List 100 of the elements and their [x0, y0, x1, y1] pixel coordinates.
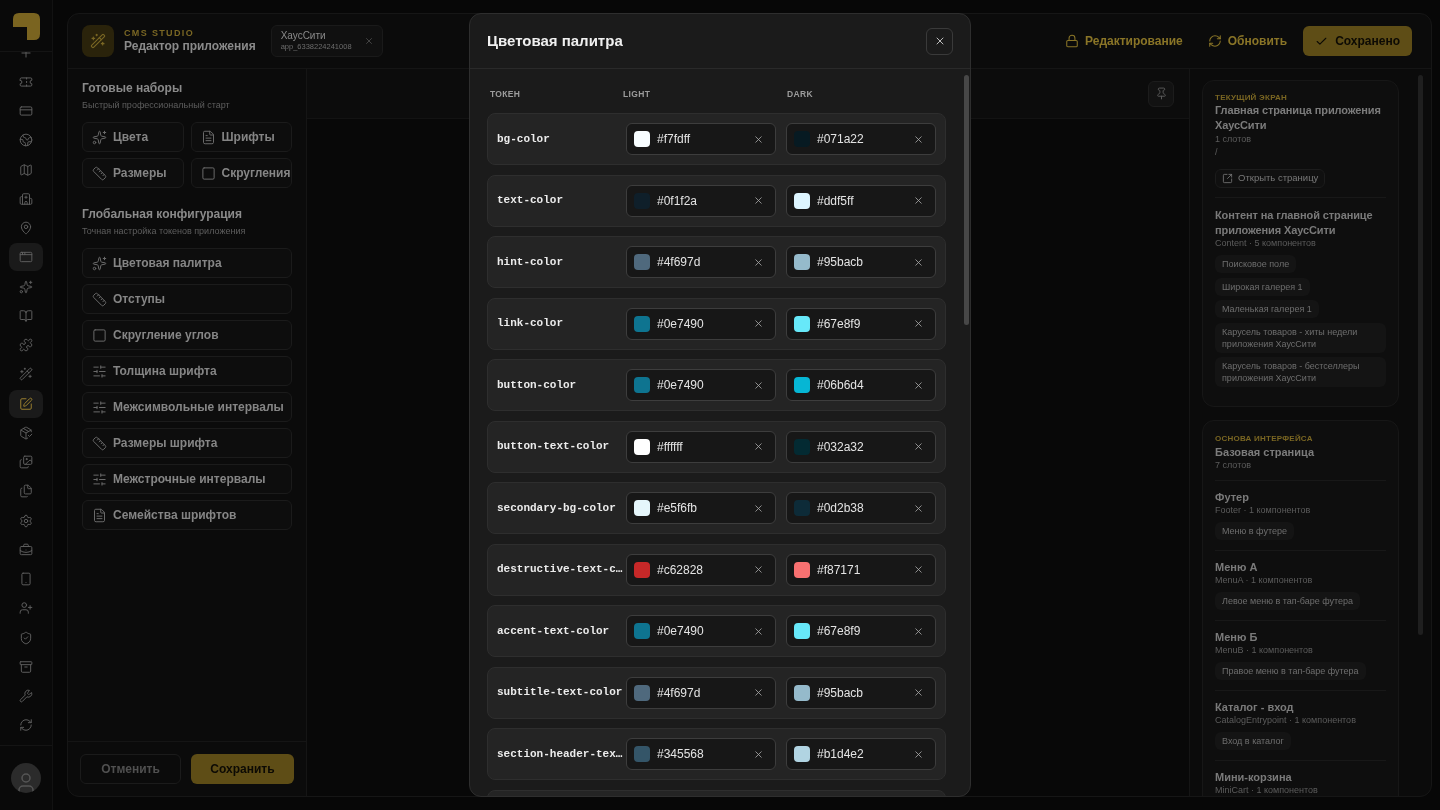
- color-field[interactable]: #0e7490: [626, 307, 776, 340]
- color-swatch-icon[interactable]: [634, 684, 650, 701]
- preset-button[interactable]: Шрифты: [190, 122, 292, 152]
- color-swatch-icon[interactable]: [794, 254, 810, 270]
- ruler-icon: [92, 435, 107, 451]
- clear-icon[interactable]: [753, 195, 764, 206]
- preset-button[interactable]: Размеры: [82, 158, 184, 188]
- clear-icon[interactable]: [913, 256, 924, 268]
- close-icon[interactable]: [363, 36, 374, 46]
- color-field[interactable]: #4f697d: [626, 676, 776, 709]
- clear-icon[interactable]: [913, 318, 924, 329]
- color-swatch-icon[interactable]: [794, 377, 810, 393]
- pin-button[interactable]: [1148, 80, 1174, 107]
- color-swatch-icon[interactable]: [794, 315, 810, 332]
- color-field[interactable]: #ddf5ff: [786, 184, 936, 217]
- clear-icon[interactable]: [753, 564, 764, 575]
- color-field[interactable]: #345568: [626, 738, 776, 770]
- preset-button[interactable]: Цвета: [82, 122, 184, 152]
- color-field[interactable]: #06b6d4: [786, 369, 936, 401]
- close-button[interactable]: [926, 27, 953, 55]
- edit-mode-link[interactable]: Редактирование: [1065, 32, 1183, 50]
- logo-icon[interactable]: [12, 13, 40, 40]
- component-chip[interactable]: Карусель товаров - хиты недели приложения ХаусСити: [1215, 322, 1386, 353]
- clear-icon[interactable]: [913, 625, 924, 637]
- color-field[interactable]: #0e7490: [626, 369, 776, 401]
- color-swatch-icon[interactable]: [634, 561, 650, 578]
- scrollbar[interactable]: [964, 75, 969, 325]
- avatar-icon[interactable]: [11, 763, 41, 793]
- component-chip[interactable]: Маленькая галерея 1: [1215, 300, 1319, 318]
- setting-button[interactable]: Семейства шрифтов: [82, 500, 292, 530]
- clear-icon[interactable]: [913, 133, 924, 145]
- component-chip[interactable]: Карусель товаров - бестселлеры приложения ХаусСити: [1215, 357, 1386, 387]
- component-chip[interactable]: Вход в каталог: [1215, 732, 1291, 750]
- preset-button[interactable]: Скругления: [190, 158, 292, 188]
- clear-icon[interactable]: [753, 318, 764, 329]
- clear-icon[interactable]: [913, 441, 924, 452]
- color-swatch-icon[interactable]: [794, 561, 810, 578]
- component-chip[interactable]: Поисковое поле: [1215, 255, 1297, 273]
- clear-icon[interactable]: [913, 564, 924, 575]
- color-swatch-icon[interactable]: [634, 315, 650, 332]
- color-swatch-icon[interactable]: [794, 746, 810, 762]
- color-field[interactable]: #f7fdff: [626, 123, 776, 155]
- color-field[interactable]: #67e8f9: [786, 307, 936, 340]
- slot-title: Меню Б: [1215, 630, 1259, 644]
- color-field[interactable]: #4f697d: [626, 246, 776, 278]
- app-window-icon: [19, 250, 33, 265]
- component-chip[interactable]: Правое меню в тап-баре футера: [1215, 662, 1366, 680]
- brand-label: CMS STUDIO: [124, 28, 195, 39]
- color-field[interactable]: #67e8f9: [786, 615, 936, 647]
- setting-button[interactable]: Межстрочные интервалы: [82, 464, 292, 494]
- color-field[interactable]: #95bacb: [786, 246, 936, 278]
- color-swatch-icon[interactable]: [794, 623, 810, 639]
- nav-button[interactable]: [9, 389, 43, 418]
- color-field[interactable]: #032a32: [786, 430, 936, 463]
- color-field[interactable]: #f87171: [786, 553, 936, 586]
- refresh-link[interactable]: Обновить: [1207, 32, 1288, 50]
- clear-icon[interactable]: [753, 748, 764, 760]
- setting-button[interactable]: Размеры шрифта: [82, 428, 292, 458]
- color-field[interactable]: #0f1f2a: [626, 184, 776, 217]
- setting-button[interactable]: Толщина шрифта: [82, 356, 292, 386]
- setting-button[interactable]: Межсимвольные интервалы: [82, 392, 292, 422]
- clear-icon[interactable]: [753, 625, 764, 637]
- clear-icon[interactable]: [753, 256, 764, 268]
- clear-icon[interactable]: [913, 195, 924, 206]
- setting-button[interactable]: Скругление углов: [82, 320, 292, 350]
- setting-button[interactable]: Цветовая палитра: [82, 248, 292, 278]
- color-swatch-icon[interactable]: [794, 500, 810, 516]
- color-swatch-icon[interactable]: [634, 377, 650, 393]
- component-chip[interactable]: Левое меню в тап-баре футера: [1215, 592, 1360, 610]
- color-field[interactable]: #0d2b38: [786, 492, 936, 524]
- clear-icon[interactable]: [753, 133, 764, 145]
- nav-button[interactable]: [9, 243, 43, 272]
- clear-icon[interactable]: [753, 441, 764, 452]
- color-field[interactable]: #c62828: [626, 553, 776, 586]
- color-swatch-icon[interactable]: [634, 623, 650, 639]
- color-swatch-icon[interactable]: [794, 684, 810, 701]
- color-field[interactable]: #071a22: [786, 123, 936, 155]
- color-swatch-icon[interactable]: [634, 438, 650, 455]
- clear-icon[interactable]: [913, 687, 924, 698]
- clear-icon[interactable]: [913, 502, 924, 514]
- color-swatch-icon[interactable]: [794, 192, 810, 209]
- clear-icon[interactable]: [913, 379, 924, 391]
- color-field[interactable]: #95bacb: [786, 676, 936, 709]
- clear-icon[interactable]: [753, 502, 764, 514]
- color-swatch-icon[interactable]: [794, 438, 810, 455]
- component-chip[interactable]: Меню в футере: [1215, 522, 1294, 540]
- component-chip[interactable]: Широкая галерея 1: [1215, 277, 1310, 296]
- open-page-button[interactable]: Открыть страницу: [1215, 169, 1326, 188]
- color-swatch-icon[interactable]: [634, 746, 650, 762]
- color-field[interactable]: #ffffff: [626, 430, 776, 463]
- color-field[interactable]: #0e7490: [626, 615, 776, 647]
- clear-icon[interactable]: [913, 748, 924, 760]
- clear-icon[interactable]: [753, 379, 764, 391]
- color-swatch-icon[interactable]: [634, 131, 650, 147]
- color-swatch-icon[interactable]: [634, 254, 650, 270]
- color-field[interactable]: #e5f6fb: [626, 492, 776, 524]
- clear-icon[interactable]: [753, 687, 764, 698]
- color-field[interactable]: #b1d4e2: [786, 738, 936, 770]
- setting-button[interactable]: Отступы: [82, 284, 292, 314]
- color-swatch-icon[interactable]: [634, 500, 650, 516]
